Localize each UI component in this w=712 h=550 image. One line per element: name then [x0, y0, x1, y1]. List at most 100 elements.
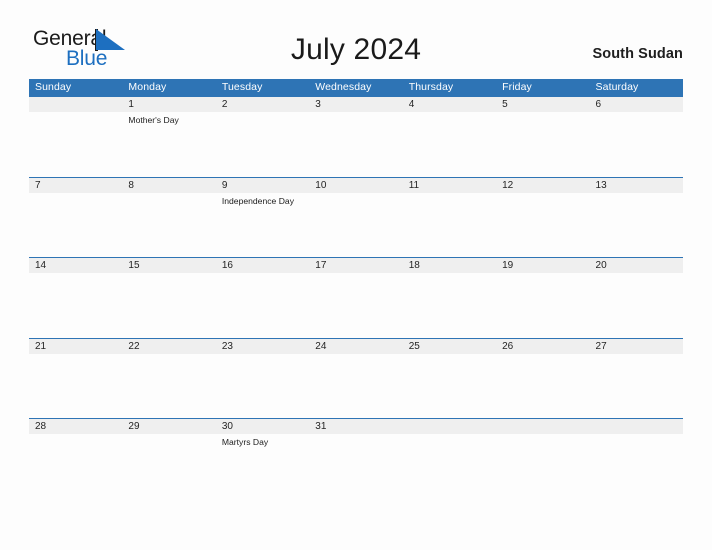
day-cell[interactable]: Independence Day	[216, 193, 309, 257]
date-number[interactable]: 3	[309, 97, 402, 112]
date-number[interactable]: 31	[309, 419, 402, 434]
week-date-numbers: 14 15 16 17 18 19 20	[29, 258, 683, 273]
day-cell[interactable]	[309, 112, 402, 176]
date-number[interactable]	[496, 419, 589, 434]
week-date-numbers: 7 8 9 10 11 12 13	[29, 177, 683, 193]
date-number[interactable]: 26	[496, 339, 589, 354]
week-events: Mother's Day	[29, 112, 683, 176]
day-cell[interactable]: Mother's Day	[122, 112, 215, 176]
day-cell[interactable]	[590, 354, 683, 418]
week-date-numbers: 28 29 30 31	[29, 419, 683, 434]
date-number[interactable]: 19	[496, 258, 589, 273]
day-cell[interactable]	[29, 273, 122, 337]
day-header-tuesday: Tuesday	[221, 81, 263, 93]
day-cell[interactable]	[29, 112, 122, 176]
week-date-numbers: 1 2 3 4 5 6	[29, 97, 683, 112]
date-number[interactable]: 14	[29, 258, 122, 273]
date-number[interactable]: 7	[29, 178, 122, 193]
event-label: Independence Day	[221, 195, 294, 206]
day-header-thursday: Thursday	[408, 81, 454, 93]
day-cell[interactable]	[122, 354, 215, 418]
date-number[interactable]: 11	[403, 178, 496, 193]
date-number[interactable]: 13	[590, 178, 683, 193]
date-number[interactable]: 6	[590, 97, 683, 112]
day-cell[interactable]	[496, 193, 589, 257]
calendar-grid: Sunday Monday Tuesday Wednesday Thursday…	[29, 79, 683, 499]
date-number[interactable]	[590, 419, 683, 434]
calendar-week-row: 28 29 30 31 Martyrs Day	[29, 418, 683, 499]
day-header-friday: Friday	[502, 81, 532, 93]
date-number[interactable]: 22	[122, 339, 215, 354]
date-number[interactable]: 29	[122, 419, 215, 434]
date-number[interactable]	[403, 419, 496, 434]
date-number[interactable]	[29, 97, 122, 112]
date-number[interactable]: 16	[216, 258, 309, 273]
week-events: Martyrs Day	[29, 434, 683, 498]
date-number[interactable]: 21	[29, 339, 122, 354]
date-number[interactable]: 28	[29, 419, 122, 434]
calendar-week-row: 14 15 16 17 18 19 20	[29, 257, 683, 338]
day-cell[interactable]	[309, 193, 402, 257]
day-cell[interactable]: Martyrs Day	[216, 434, 309, 498]
date-number[interactable]: 17	[309, 258, 402, 273]
week-events	[29, 273, 683, 337]
day-cell[interactable]	[590, 434, 683, 498]
week-date-numbers: 21 22 23 24 25 26 27	[29, 338, 683, 354]
calendar-week-row: 7 8 9 10 11 12 13 Independence Day	[29, 176, 683, 258]
date-number[interactable]: 9	[216, 178, 309, 193]
calendar-page: General Blue July 2024 South Sudan Sunda…	[0, 0, 712, 550]
date-number[interactable]: 4	[403, 97, 496, 112]
date-number[interactable]: 30	[216, 419, 309, 434]
calendar-week-row: 21 22 23 24 25 26 27	[29, 337, 683, 419]
date-number[interactable]: 20	[590, 258, 683, 273]
date-number[interactable]: 10	[309, 178, 402, 193]
date-number[interactable]: 23	[216, 339, 309, 354]
calendar-week-row: 1 2 3 4 5 6 Mother's Day	[29, 96, 683, 177]
day-of-week-header-row: Sunday Monday Tuesday Wednesday Thursday…	[29, 79, 683, 96]
day-cell[interactable]	[309, 273, 402, 337]
event-label: Martyrs Day	[221, 437, 269, 447]
day-cell[interactable]	[216, 112, 309, 176]
day-cell[interactable]	[29, 434, 122, 498]
day-header-wednesday: Wednesday	[315, 81, 372, 93]
week-events	[29, 353, 683, 418]
day-cell[interactable]	[590, 193, 683, 257]
day-cell[interactable]	[122, 273, 215, 337]
day-cell[interactable]	[403, 273, 496, 337]
day-cell[interactable]	[216, 354, 309, 418]
day-cell[interactable]	[309, 354, 402, 418]
day-cell[interactable]	[496, 112, 589, 176]
event-label: Mother's Day	[128, 115, 179, 125]
day-header-sunday: Sunday	[35, 81, 72, 93]
region-label: South Sudan	[592, 46, 683, 62]
date-number[interactable]: 2	[216, 97, 309, 112]
day-cell[interactable]	[29, 354, 122, 418]
page-header: General Blue July 2024 South Sudan	[0, 0, 712, 76]
day-cell[interactable]	[496, 273, 589, 337]
date-number[interactable]: 1	[122, 97, 215, 112]
day-cell[interactable]	[216, 273, 309, 337]
date-number[interactable]: 12	[496, 178, 589, 193]
date-number[interactable]: 27	[590, 339, 683, 354]
day-cell[interactable]	[496, 354, 589, 418]
date-number[interactable]: 25	[403, 339, 496, 354]
day-header-saturday: Saturday	[595, 81, 639, 93]
date-number[interactable]: 5	[496, 97, 589, 112]
date-number[interactable]: 15	[122, 258, 215, 273]
day-cell[interactable]	[122, 434, 215, 498]
day-cell[interactable]	[496, 434, 589, 498]
day-cell[interactable]	[590, 273, 683, 337]
day-cell[interactable]	[403, 434, 496, 498]
date-number[interactable]: 18	[403, 258, 496, 273]
week-events: Independence Day	[29, 192, 683, 257]
date-number[interactable]: 8	[122, 178, 215, 193]
day-cell[interactable]	[309, 434, 402, 498]
day-cell[interactable]	[403, 354, 496, 418]
day-cell[interactable]	[403, 193, 496, 257]
date-number[interactable]: 24	[309, 339, 402, 354]
day-header-monday: Monday	[128, 81, 167, 93]
day-cell[interactable]	[29, 193, 122, 257]
day-cell[interactable]	[122, 193, 215, 257]
day-cell[interactable]	[403, 112, 496, 176]
day-cell[interactable]	[590, 112, 683, 176]
